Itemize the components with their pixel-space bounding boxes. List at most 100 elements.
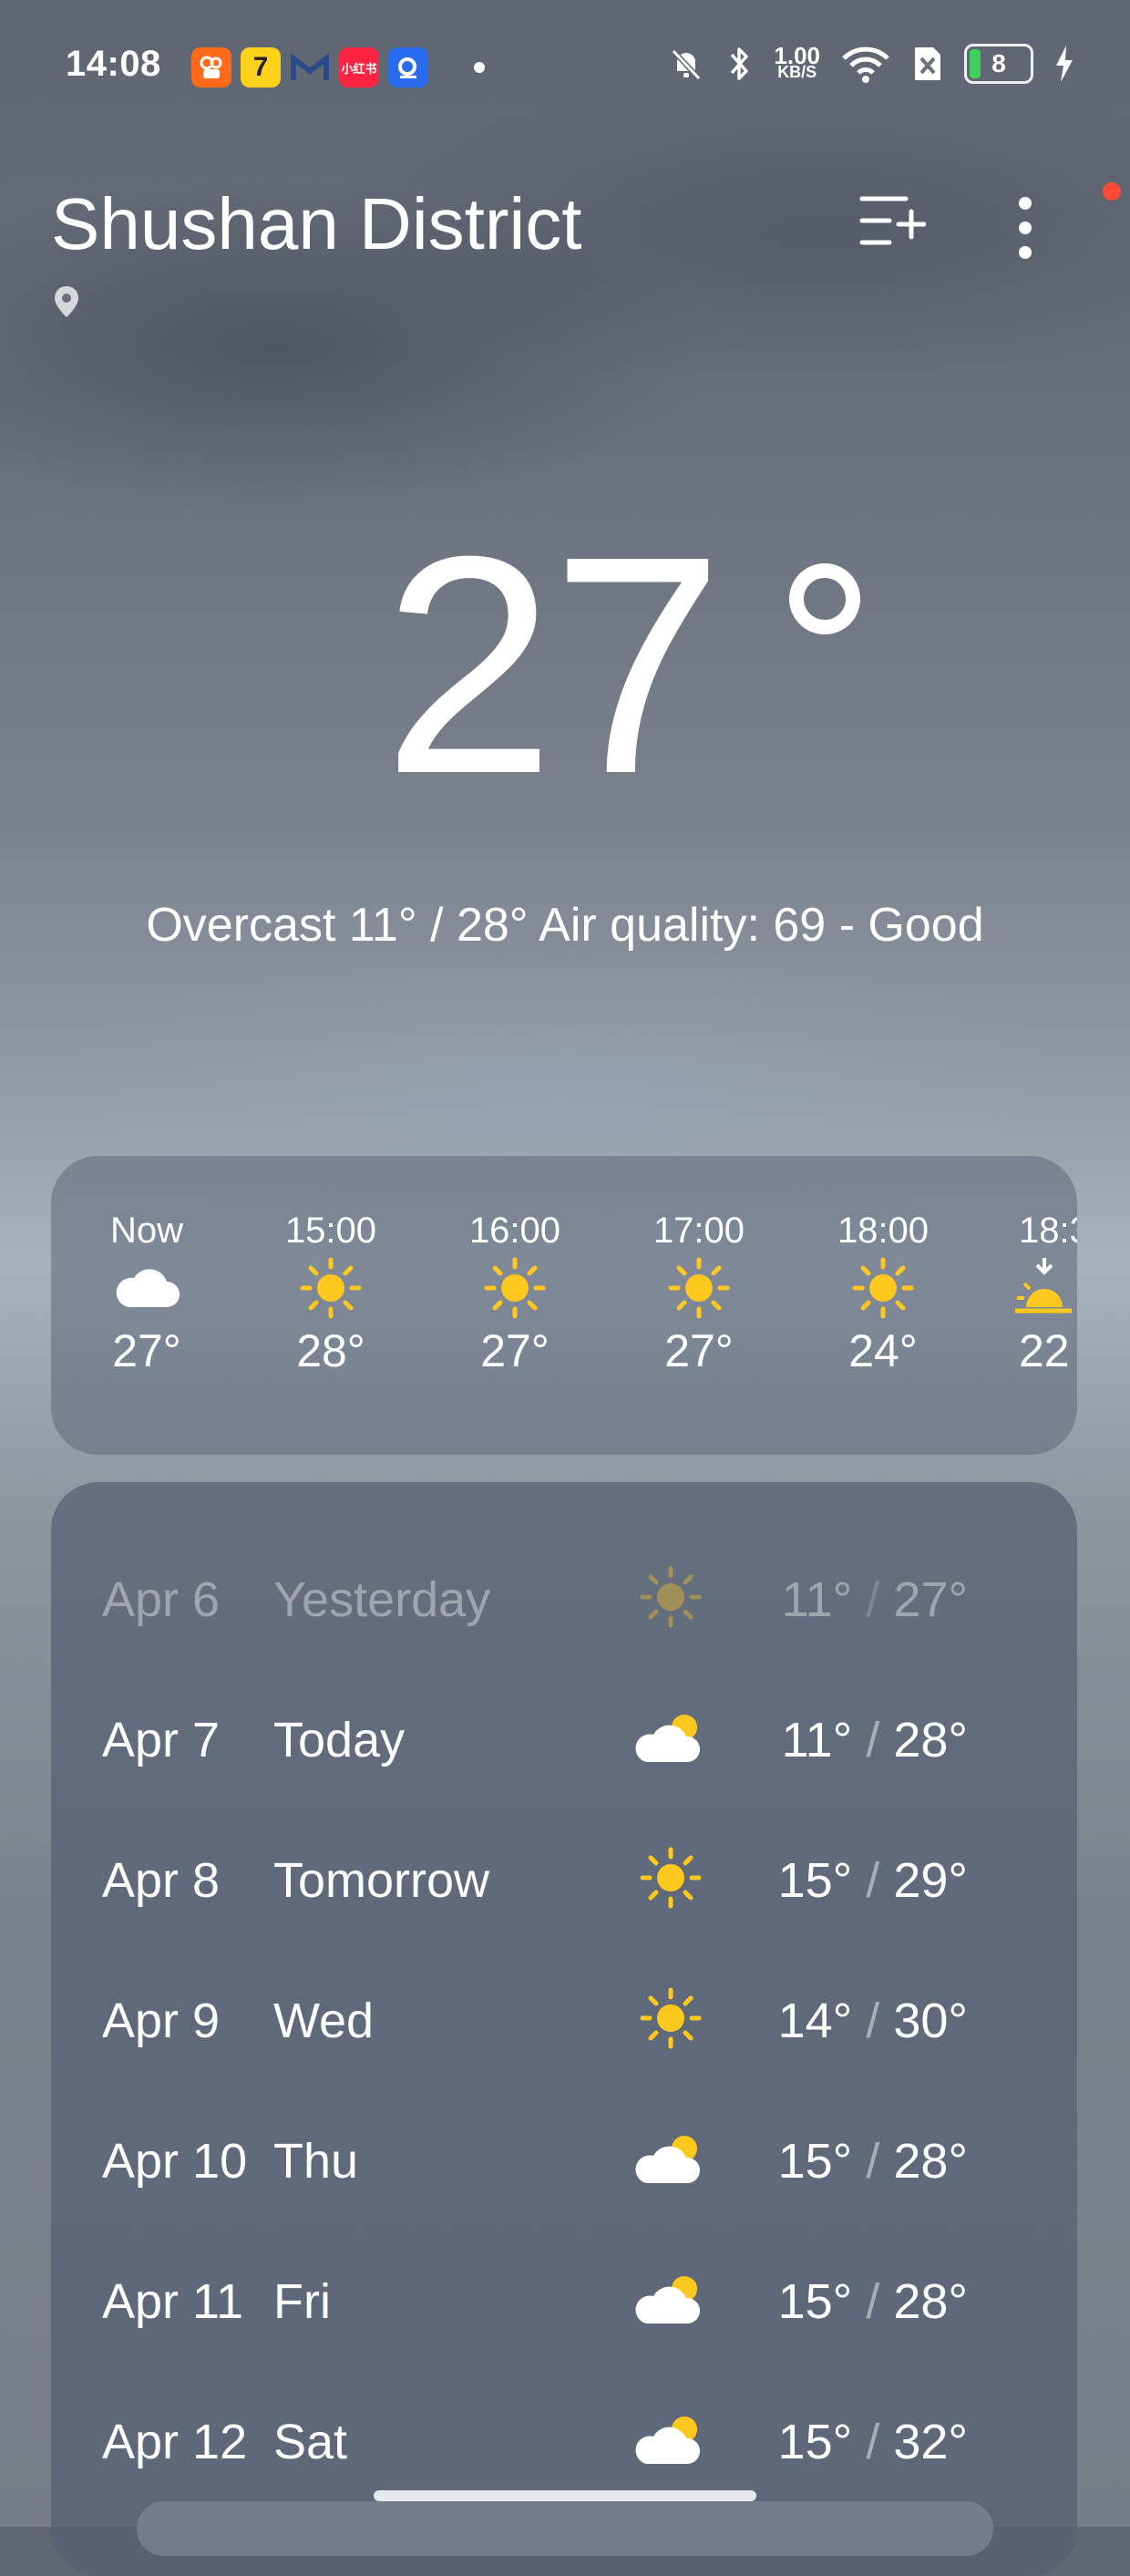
day-temp-range: 11° / 28°: [782, 1712, 968, 1768]
battery-level: 8: [991, 49, 1006, 77]
day-temp-range: 11° / 27°: [782, 1571, 968, 1628]
day-date: Apr 10: [102, 2134, 248, 2189]
temp-separator: /: [866, 1572, 880, 1627]
day-low: 11°: [781, 1713, 853, 1767]
wifi-icon: [842, 46, 889, 83]
notification-app-icons: 7 小红书: [191, 47, 485, 88]
day-high: 28°: [893, 1713, 968, 1767]
temp-separator: /: [866, 2134, 880, 2189]
hour-temp: 24°: [848, 1325, 918, 1376]
day-name: Fri: [273, 2274, 331, 2329]
temp-separator: /: [866, 1994, 880, 2048]
mute-icon: [672, 48, 702, 81]
day-name: Yesterday: [273, 1572, 491, 1627]
sun-icon: [631, 1252, 767, 1324]
bottom-sheet-handle[interactable]: [137, 2501, 993, 2556]
temp-separator: /: [866, 2274, 880, 2329]
daily-row-tomorrow[interactable]: Apr 8 Tomorrow 15° / 29°: [51, 1832, 1026, 1923]
day-low: 15°: [777, 2274, 853, 2329]
weather-summary[interactable]: Overcast 11° / 28° Air quality: 69 - Goo…: [0, 898, 1130, 953]
status-indicators: 1.00 KB/S 8: [666, 44, 1075, 84]
hour-temp: 27°: [112, 1325, 181, 1376]
day-date: Apr 9: [102, 1994, 221, 2048]
daily-row-thu[interactable]: Apr 10 Thu 15° / 28°: [51, 2113, 1026, 2204]
hour-label: 18:3: [1019, 1211, 1077, 1251]
notification-badge: [1103, 182, 1121, 201]
more-options-button[interactable]: [1012, 187, 1039, 269]
temp-separator: /: [866, 2415, 880, 2469]
hourly-item: Now 27°: [78, 1211, 215, 1377]
home-indicator[interactable]: [374, 2490, 756, 2501]
status-time: 14:08: [66, 44, 161, 84]
sun-icon: [262, 1252, 399, 1324]
day-high: 28°: [893, 2134, 968, 2189]
network-speed-unit: KB/S: [777, 63, 817, 81]
network-speed: 1.00 KB/S: [774, 42, 820, 81]
sun-icon: [625, 1982, 716, 2055]
partly-cloudy-icon: [625, 2122, 716, 2195]
city-name[interactable]: Shushan District: [51, 182, 581, 266]
sun-icon: [625, 1561, 716, 1633]
status-bar: 14:08 7 小红书 1.00 KB/S 8: [0, 0, 1130, 137]
day-high: 29°: [893, 1853, 968, 1908]
hourly-forecast-card[interactable]: Now 27° 15:00 28° 16:00 27° 17:00 27° 18…: [51, 1156, 1077, 1455]
day-name: Thu: [273, 2134, 359, 2189]
day-date: Apr 11: [102, 2274, 244, 2329]
daily-forecast-card[interactable]: Apr 6 Yesterday 11° / 27° Apr 7 Today 11…: [51, 1482, 1077, 2576]
hour-temp: 27°: [664, 1325, 734, 1376]
qimao-icon: 7: [241, 47, 281, 88]
day-date: Apr 6: [102, 1572, 221, 1627]
hour-temp: 22: [1019, 1325, 1070, 1376]
daily-row-yesterday[interactable]: Apr 6 Yesterday 11° / 27°: [51, 1551, 1026, 1643]
day-high: 32°: [893, 2415, 968, 2469]
hourly-item: 15:00 28°: [262, 1211, 399, 1377]
day-temp-range: 15° / 28°: [778, 2273, 968, 2330]
day-date: Apr 7: [102, 1713, 221, 1767]
partly-cloudy-icon: [625, 2403, 716, 2476]
bluetooth-icon: [731, 47, 749, 80]
day-name: Wed: [273, 1994, 375, 2048]
location-pin-icon: [55, 286, 78, 317]
hour-temp: 27°: [480, 1325, 550, 1376]
partly-cloudy-icon: [625, 1701, 716, 1774]
search-app-icon: [388, 47, 428, 88]
day-temp-range: 15° / 28°: [778, 2133, 968, 2190]
day-temp-range: 15° / 29°: [778, 1852, 968, 1909]
more-notifications-dot: [474, 62, 485, 73]
hour-label: 17:00: [652, 1211, 745, 1251]
hourly-item: 18:3 22: [999, 1211, 1077, 1377]
sun-icon: [447, 1252, 583, 1324]
network-speed-value: 1.00: [774, 42, 820, 69]
battery-indicator: 8: [964, 44, 1033, 84]
daily-row-wed[interactable]: Apr 9 Wed 14° / 30°: [51, 1973, 1026, 2064]
day-high: 30°: [893, 1994, 968, 2048]
cloud-icon: [78, 1252, 215, 1324]
hour-label: 18:00: [837, 1211, 930, 1251]
hourly-item: 18:00 24°: [815, 1211, 951, 1377]
day-high: 27°: [893, 1572, 968, 1627]
hour-label: 16:00: [468, 1211, 561, 1251]
daily-row-sat[interactable]: Apr 12 Sat 15° / 32°: [51, 2394, 1026, 2485]
battery-fill: [970, 49, 981, 78]
day-name: Today: [273, 1713, 406, 1767]
day-low: 15°: [777, 1853, 853, 1908]
partly-cloudy-icon: [625, 2262, 716, 2335]
sun-icon: [625, 1841, 716, 1914]
hourly-item: 16:00 27°: [447, 1211, 583, 1377]
day-low: 15°: [777, 2134, 853, 2189]
xiaohongshu-icon: 小红书: [339, 47, 379, 88]
daily-row-fri[interactable]: Apr 11 Fri 15° / 28°: [51, 2253, 1026, 2344]
day-temp-range: 14° / 30°: [778, 1993, 968, 2049]
charging-icon: [1056, 46, 1073, 82]
daily-row-today[interactable]: Apr 7 Today 11° / 28°: [51, 1692, 1026, 1783]
day-date: Apr 12: [102, 2415, 248, 2469]
hour-label: 15:00: [284, 1211, 377, 1251]
temp-separator: /: [866, 1853, 880, 1908]
add-city-button[interactable]: [858, 193, 926, 250]
day-temp-range: 15° / 32°: [778, 2414, 968, 2470]
current-temperature: 27: [383, 492, 724, 839]
hourly-item: 17:00 27°: [631, 1211, 767, 1377]
degree-symbol: [789, 563, 860, 634]
day-low: 14°: [777, 1994, 853, 2048]
day-name: Sat: [273, 2415, 348, 2469]
